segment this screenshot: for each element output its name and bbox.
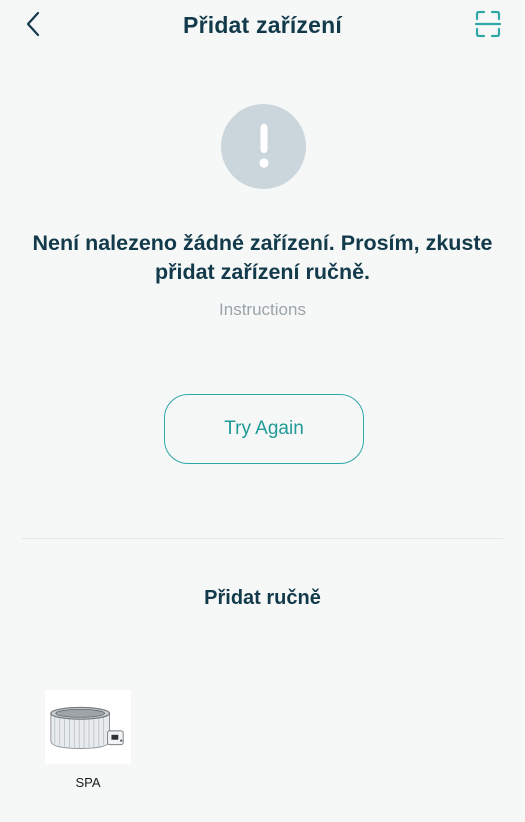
alert-badge	[221, 104, 306, 189]
exclamation-icon	[258, 123, 269, 168]
scan-button[interactable]	[473, 8, 503, 40]
device-thumbnail	[45, 690, 131, 764]
device-label: SPA	[75, 775, 101, 790]
header-bar: Přidat zařízení	[0, 0, 525, 50]
try-again-button[interactable]: Try Again	[164, 394, 364, 464]
instructions-link[interactable]: Instructions	[0, 300, 525, 320]
no-device-message: Není nalezeno žádné zařízení. Prosím, zk…	[32, 231, 493, 284]
add-manually-title: Přidat ručně	[204, 587, 321, 609]
section-divider	[22, 538, 503, 539]
hot-tub-icon	[50, 706, 124, 749]
scan-frame-icon	[475, 10, 501, 38]
device-tile-spa[interactable]: SPA	[42, 690, 131, 795]
page-title: Přidat zařízení	[183, 12, 342, 38]
add-device-screen: Přidat zařízení Není nalezeno žádné zaří…	[0, 0, 525, 822]
